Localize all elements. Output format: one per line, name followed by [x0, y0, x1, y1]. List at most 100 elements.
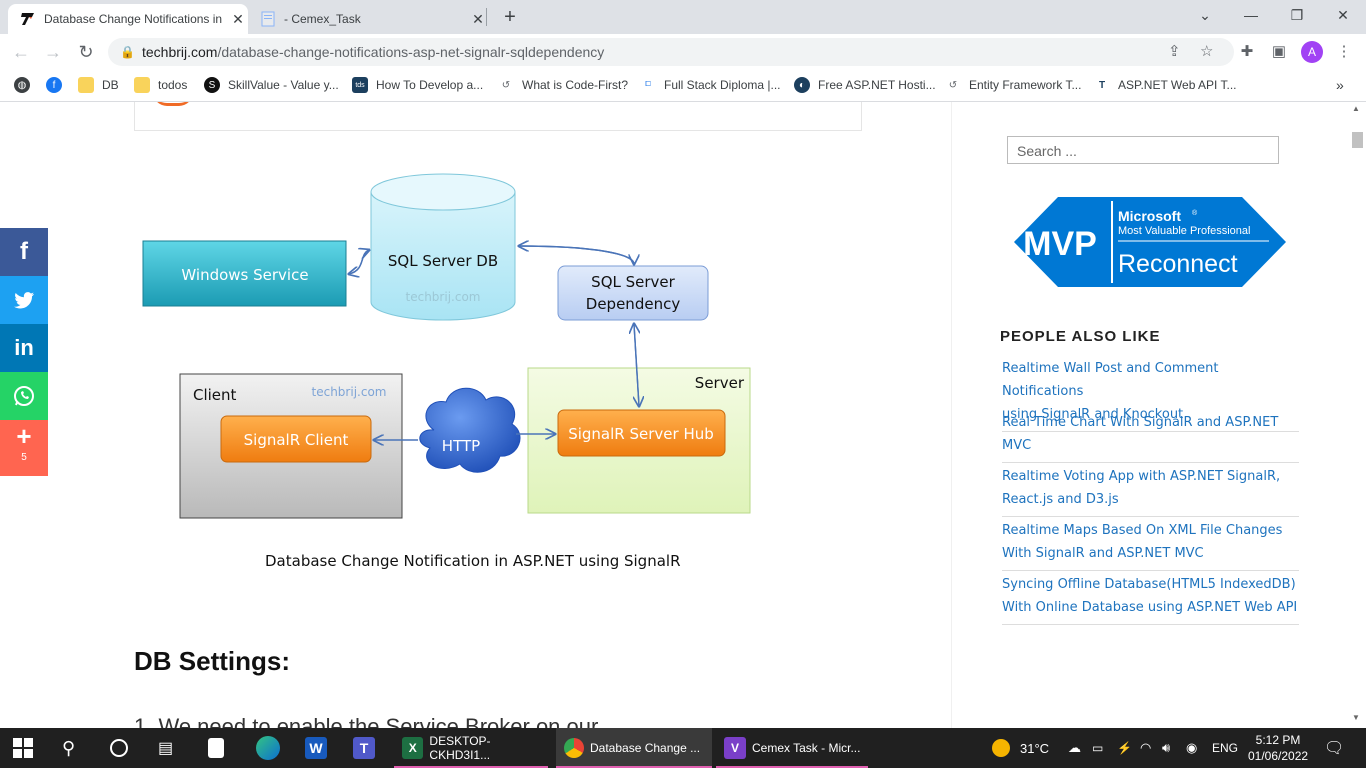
windows-start-icon[interactable]: [13, 728, 33, 768]
web-page: Windows Service SQL Server DB techbrij.c…: [0, 102, 1366, 728]
scroll-up-icon[interactable]: ▲: [1352, 104, 1360, 113]
excel-icon: X: [402, 737, 424, 759]
techbrij-icon: T: [1098, 79, 1106, 91]
taskbar-app-visual-studio[interactable]: V Cemex Task - Micr...: [716, 728, 868, 768]
http-cloud-icon: HTTP: [419, 387, 521, 473]
figure-caption: Database Change Notification in ASP.NET …: [265, 552, 681, 570]
top-card: [134, 102, 862, 131]
tab-search-icon[interactable]: ⌄: [1182, 4, 1228, 28]
sql-server-db-cylinder: SQL Server DB techbrij.com: [370, 173, 516, 321]
svg-text:techbrij.com: techbrij.com: [312, 385, 387, 399]
close-tab-icon[interactable]: ✕: [228, 11, 248, 28]
extensions-icon[interactable]: ✚: [1235, 40, 1259, 64]
techbrij-favicon-icon: [20, 11, 36, 27]
notifications-icon[interactable]: 🗨︎: [1324, 728, 1344, 768]
profile-avatar[interactable]: A: [1301, 41, 1323, 63]
volume-icon[interactable]: 🔊︎: [1162, 728, 1170, 768]
svg-text:SignalR Client: SignalR Client: [244, 431, 349, 449]
bookmark-todos[interactable]: todos: [134, 77, 187, 93]
restore-icon[interactable]: ❐: [1274, 4, 1320, 28]
section-heading: DB Settings:: [134, 646, 290, 676]
scroll-down-icon[interactable]: ▼: [1352, 713, 1360, 722]
tab-active[interactable]: Database Change Notifications in ✕: [8, 4, 248, 34]
bookmark-full-stack[interactable]: ⧠ Full Stack Diploma |...: [640, 77, 780, 93]
bookmark-entity-framework[interactable]: ↺ Entity Framework T...: [945, 77, 1082, 93]
back-icon[interactable]: ←: [9, 40, 33, 64]
share-icon[interactable]: ⇪: [1168, 38, 1181, 66]
more-bookmarks-icon[interactable]: »: [1336, 77, 1344, 93]
bookmarks-bar: ◍ f DB todos S SkillValue - Value y... td…: [0, 70, 1366, 102]
task-view-icon[interactable]: ▤: [158, 728, 173, 768]
dep-db-arrow: [519, 246, 635, 265]
db-dep-arrow: [518, 245, 634, 264]
share-count: 5: [21, 452, 27, 463]
close-tab-icon[interactable]: ✕: [468, 11, 488, 28]
taskbar-app-excel[interactable]: X DESKTOP-CKHD3I1...: [394, 728, 548, 768]
visual-studio-icon: V: [724, 737, 746, 759]
bookmark-star-icon[interactable]: ☆: [1200, 38, 1213, 66]
language-indicator[interactable]: ENG: [1212, 728, 1238, 768]
facebook-share-icon[interactable]: f: [0, 228, 48, 276]
taskbar-app-chrome[interactable]: Database Change ...: [556, 728, 712, 768]
menu-kebab-icon[interactable]: ⋮: [1332, 40, 1356, 64]
related-post-link[interactable]: Realtime Voting App with ASP.NET SignalR…: [1002, 465, 1299, 517]
site-logo-icon: [153, 102, 193, 106]
signalr-server-hub-box: SignalR Server Hub: [557, 409, 726, 457]
wifi-icon[interactable]: ◠: [1140, 728, 1151, 768]
svg-text:SignalR Server Hub: SignalR Server Hub: [568, 425, 714, 443]
scrollbar[interactable]: [1349, 102, 1366, 728]
clock[interactable]: 5:12 PM 01/06/2022: [1248, 732, 1308, 764]
tab-strip: Database Change Notifications in ✕ - Cem…: [0, 0, 1366, 34]
facebook-icon[interactable]: f: [46, 77, 70, 93]
bookmark-code-first[interactable]: ↺ What is Code-First?: [498, 77, 628, 93]
security-icon[interactable]: ⚡: [1117, 728, 1132, 768]
svg-text:Dependency: Dependency: [586, 295, 681, 313]
related-post-link[interactable]: Realtime Maps Based On XML File Changes W…: [1002, 519, 1299, 571]
side-panel-icon[interactable]: ▣: [1267, 40, 1291, 64]
word-icon[interactable]: W: [305, 728, 327, 768]
network-icon[interactable]: ◉: [1186, 728, 1197, 768]
globe-icon[interactable]: ◍: [14, 77, 38, 93]
tab-inactive[interactable]: - Cemex_Task ✕: [248, 4, 488, 34]
search-input[interactable]: Search ...: [1007, 136, 1279, 164]
twitter-share-icon[interactable]: [0, 276, 48, 324]
bookmark-aspnet-webapi[interactable]: T ASP.NET Web API T...: [1094, 77, 1237, 93]
close-window-icon[interactable]: ✕: [1320, 4, 1366, 28]
tab-title: - Cemex_Task: [284, 12, 361, 26]
more-share-button[interactable]: + 5: [0, 420, 48, 476]
onedrive-icon[interactable]: ☁: [1068, 728, 1081, 768]
new-tab-icon[interactable]: +: [498, 6, 522, 30]
svg-text:Most Valuable Professional: Most Valuable Professional: [1118, 225, 1250, 237]
bookmark-aspnet-hosting[interactable]: ◐ Free ASP.NET Hosti...: [794, 77, 936, 93]
file-icon[interactable]: [208, 728, 224, 768]
teams-icon[interactable]: T: [353, 728, 375, 768]
address-bar[interactable]: 🔒 techbrij.com/database-change-notificat…: [108, 38, 1234, 66]
windows-taskbar: ⚲ ▤ W T X DESKTOP-CKHD3I1... Database Cha…: [0, 728, 1366, 768]
battery-icon[interactable]: ▭: [1092, 728, 1103, 768]
scrollbar-thumb[interactable]: [1352, 132, 1363, 148]
svg-text:Microsoft: Microsoft: [1118, 208, 1181, 224]
related-post-link[interactable]: Syncing Offline Database(HTML5 IndexedDB…: [1002, 573, 1299, 625]
tab-divider: [486, 8, 487, 26]
linkedin-share-icon[interactable]: in: [0, 324, 48, 372]
weather-icon[interactable]: 31°C: [992, 728, 1049, 768]
bookmark-skillvalue[interactable]: S SkillValue - Value y...: [204, 77, 339, 93]
refresh-site-icon: ↺: [501, 79, 511, 91]
svg-text:HTTP: HTTP: [442, 437, 480, 455]
cortana-icon[interactable]: [110, 728, 128, 768]
forward-icon[interactable]: →: [41, 40, 65, 64]
mvp-reconnect-badge[interactable]: MVP Microsoft ® Most Valuable Profession…: [1014, 197, 1286, 287]
tds-icon: tds: [352, 77, 368, 93]
search-icon[interactable]: ⚲: [62, 728, 75, 768]
bookmark-tds[interactable]: tds How To Develop a...: [352, 77, 483, 93]
edge-icon[interactable]: [256, 728, 280, 768]
minimize-icon[interactable]: —: [1228, 4, 1274, 28]
bookmark-db[interactable]: DB: [78, 77, 119, 93]
related-post-link[interactable]: Real Time Chart With SignalR and ASP.NET…: [1002, 411, 1299, 463]
reload-icon[interactable]: ↻: [74, 40, 98, 64]
svg-text:MVP: MVP: [1023, 225, 1097, 263]
whatsapp-share-icon[interactable]: [0, 372, 48, 420]
refresh-site-icon: ↺: [948, 79, 958, 91]
lock-icon: 🔒: [120, 45, 135, 59]
db-service-arrow: [349, 249, 370, 274]
